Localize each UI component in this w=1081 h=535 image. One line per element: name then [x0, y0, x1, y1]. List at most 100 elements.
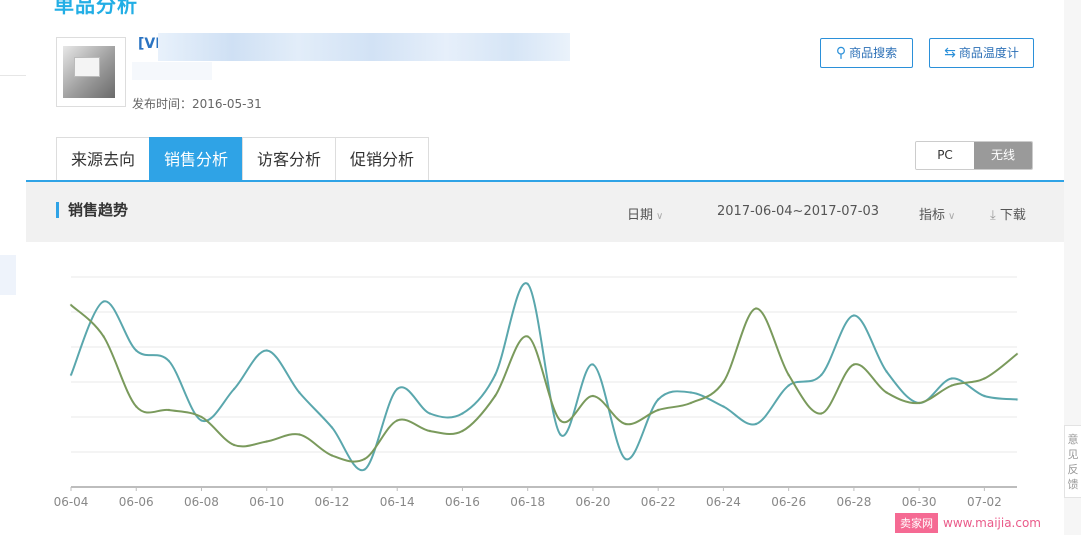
data-point	[624, 457, 627, 461]
data-point	[526, 282, 529, 286]
x-tick-label: 06-06	[119, 495, 154, 509]
x-tick-label: 06-26	[771, 495, 806, 509]
data-point	[917, 401, 921, 405]
data-point	[363, 468, 366, 471]
download-icon: ⤓	[990, 208, 996, 223]
data-point	[298, 391, 301, 394]
tab-promotion[interactable]: 促销分析	[335, 137, 430, 180]
publish-date: 发布时间：2016-05-31	[132, 97, 262, 111]
download-label: 下载	[999, 208, 1026, 223]
data-point	[396, 419, 399, 422]
x-tick-label: 06-10	[249, 495, 284, 509]
data-point	[950, 377, 953, 380]
metric-filter-dropdown[interactable]: 指标 ∨	[919, 204, 955, 223]
data-point	[135, 405, 138, 408]
tab-sales[interactable]: 销售分析	[149, 137, 244, 180]
date-filter-label: 日期	[627, 208, 654, 223]
chevron-down-icon: ∨	[948, 211, 956, 222]
x-tick-label: 06-24	[706, 495, 741, 509]
product-thermometer-button[interactable]: ⇆ 商品温度计	[929, 38, 1034, 68]
left-nav-highlight[interactable]	[0, 255, 16, 295]
sales-trend-header: 销售趋势 日期 ∨ 2017-06-04~2017-07-03 指标 ∨ ⤓ 下载	[26, 182, 1064, 242]
x-tick-label: 06-14	[380, 495, 415, 509]
data-point	[885, 391, 888, 394]
data-point	[591, 394, 595, 398]
product-search-label: 商品搜索	[849, 46, 898, 60]
data-point	[493, 373, 497, 377]
data-point	[559, 419, 562, 422]
watermark-badge: 卖家网	[895, 513, 938, 533]
data-point	[493, 394, 497, 398]
data-point	[656, 398, 660, 401]
x-tick-label: 06-04	[54, 495, 89, 509]
data-point	[722, 405, 725, 408]
data-point	[852, 363, 856, 366]
x-tick-label: 06-22	[641, 495, 676, 509]
sales-trend-chart-svg: 06-04 06-06 06-08 06-10 06-12 06-14 06-16 06-18…	[54, 276, 1019, 509]
date-range-display[interactable]: 2017-06-04~2017-07-03	[717, 204, 879, 219]
blurred-product-subtitle	[132, 62, 212, 80]
data-point	[200, 415, 203, 419]
main-panel: 单品分析 [VH/ 发布时间：2016-05-31 ⚲ 商品搜索 ⇆ 商品温度计 来…	[26, 0, 1064, 535]
data-point	[428, 412, 432, 415]
blurred-product-title	[158, 33, 570, 61]
data-point	[722, 380, 725, 384]
data-point	[852, 314, 856, 317]
data-point	[885, 370, 888, 373]
watermark-url: www.maijia.com	[943, 516, 1041, 530]
data-point	[330, 454, 334, 457]
analysis-tabs: 来源去向 销售分析 访客分析 促销分析	[56, 137, 430, 181]
download-button[interactable]: ⤓ 下载	[990, 204, 1026, 223]
search-icon: ⚲	[835, 45, 847, 61]
data-point	[232, 387, 236, 391]
page-title: 单品分析	[54, 0, 138, 17]
tab-visitor[interactable]: 访客分析	[242, 137, 337, 180]
product-image	[63, 46, 115, 98]
data-point	[265, 440, 268, 443]
data-point	[69, 303, 73, 307]
x-tick-label: 06-18	[510, 495, 545, 509]
data-point	[330, 426, 334, 429]
data-point	[689, 401, 692, 405]
swap-arrows-icon: ⇆	[944, 45, 956, 61]
watermark: 卖家网 www.maijia.com	[895, 513, 1041, 533]
data-point	[1015, 352, 1019, 356]
data-point	[102, 300, 105, 303]
data-point	[559, 433, 562, 436]
device-pc-option[interactable]: PC	[916, 142, 974, 169]
product-search-button[interactable]: ⚲ 商品搜索	[820, 38, 913, 68]
metric-filter-label: 指标	[919, 208, 946, 223]
x-tick-label: 06-16	[445, 495, 480, 509]
product-thumbnail[interactable]	[56, 37, 126, 107]
date-filter-dropdown[interactable]: 日期 ∨	[627, 204, 663, 223]
data-point	[983, 394, 986, 398]
x-tick-label: 07-02	[967, 495, 1002, 509]
data-point	[983, 377, 986, 380]
x-tick-label: 06-28	[836, 495, 871, 509]
left-nav-strip	[0, 0, 26, 535]
data-point	[200, 419, 203, 422]
x-tick-label: 06-12	[315, 495, 350, 509]
data-point	[102, 335, 105, 338]
feedback-float[interactable]: 意见反馈	[1064, 425, 1081, 498]
device-toggle: PC 无线	[915, 141, 1033, 170]
data-point	[167, 408, 171, 412]
data-point	[135, 349, 138, 352]
data-point	[950, 384, 953, 387]
data-point	[1015, 398, 1019, 401]
x-tick-label: 06-30	[902, 495, 937, 509]
data-point	[526, 335, 529, 338]
sales-trend-chart: 06-04 06-06 06-08 06-10 06-12 06-14 06-16 06-18…	[26, 242, 1064, 535]
data-point	[754, 422, 758, 426]
data-point	[461, 429, 464, 433]
data-point	[689, 391, 692, 394]
data-point	[298, 433, 301, 436]
data-point	[167, 359, 171, 363]
data-point	[787, 373, 790, 377]
data-point	[820, 412, 823, 415]
tab-source[interactable]: 来源去向	[56, 137, 151, 180]
x-tick-label: 06-08	[184, 495, 219, 509]
left-nav-divider	[0, 75, 26, 76]
series-line-2	[70, 304, 1018, 463]
device-wireless-option[interactable]: 无线	[974, 142, 1032, 169]
